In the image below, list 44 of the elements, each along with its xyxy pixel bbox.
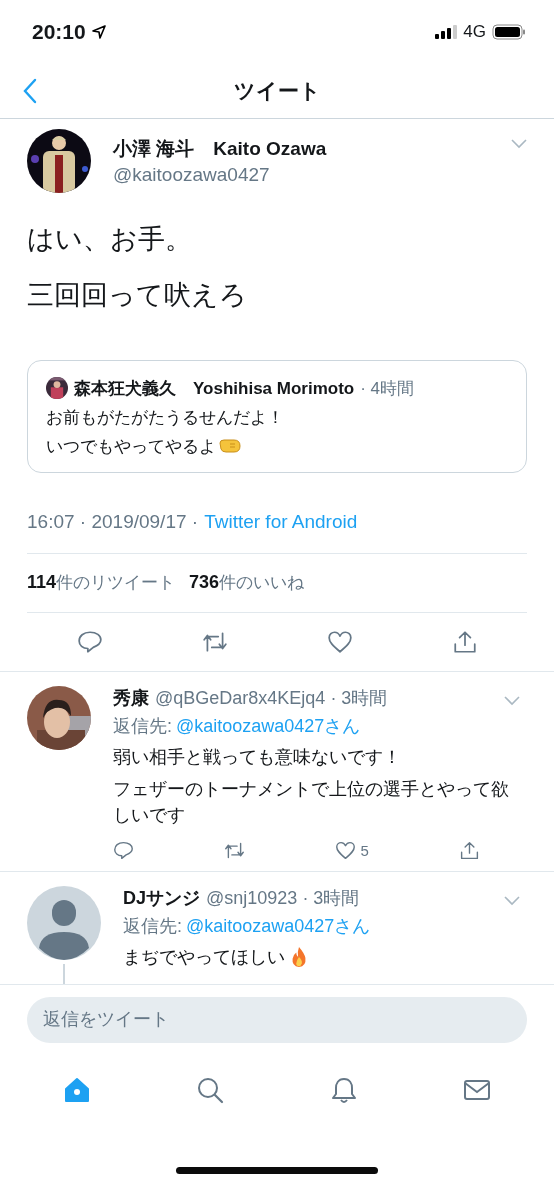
quoted-tweet-text: お前もがたがたうるせんだよ！: [46, 406, 284, 429]
heart-icon[interactable]: [326, 628, 353, 655]
author-name[interactable]: 小澤 海斗 Kaito Ozawa: [113, 136, 489, 162]
share-icon[interactable]: [459, 840, 480, 862]
reply-author-handle[interactable]: @snj10923 · 3時間: [206, 886, 498, 911]
reply-author-name[interactable]: 秀康: [113, 685, 149, 710]
search-icon[interactable]: [196, 1075, 225, 1104]
reply-text: まぢでやってほしい: [123, 946, 285, 970]
reply-icon[interactable]: [76, 628, 103, 655]
reply-author-name[interactable]: DJサンジ: [123, 886, 200, 911]
retweet-count[interactable]: 114: [27, 572, 57, 594]
source-link[interactable]: Twitter for Android: [204, 510, 358, 533]
tweet-text: 三回回って吠えろ: [27, 279, 248, 312]
signal-icon: [435, 25, 458, 39]
author-handle[interactable]: @kaitoozawa0427: [113, 164, 489, 186]
reply-author-handle[interactable]: @qBGeDar8x4KEjq4 · 3時間: [155, 685, 498, 710]
battery-icon: [492, 24, 526, 40]
location-arrow-icon: [91, 25, 106, 39]
home-icon[interactable]: [62, 1075, 91, 1104]
like-count: 5: [360, 842, 369, 860]
reply-text: 弱い相手と戦っても意味ないです！: [113, 745, 401, 769]
clock-time: 20:10: [32, 20, 86, 44]
reply-to-label: 返信先:: [113, 714, 172, 738]
reply-icon[interactable]: [113, 840, 134, 862]
back-icon[interactable]: [22, 78, 38, 104]
reply-to-link[interactable]: @kaitoozawa0427さん: [176, 713, 361, 738]
quoted-tweet-time: · 4時間: [360, 377, 415, 400]
quoted-tweet-text: いつでもやってやるよ: [46, 435, 216, 458]
reply-input-field[interactable]: 返信をツイート: [27, 996, 527, 1043]
quoted-author-name: 森本狂犬義久 Yoshihisa Morimoto: [74, 377, 355, 400]
reply-to-label: 返信先:: [123, 915, 182, 939]
like-count[interactable]: 736: [189, 572, 220, 594]
network-label: 4G: [463, 22, 486, 42]
tweet-timestamp: 16:07 · 2019/09/17 ·: [27, 510, 199, 533]
quoted-tweet-card[interactable]: 森本狂犬義久 Yoshihisa Morimoto · 4時間 お前もがたがたうるせんだよ！ いつでもやってやるよ: [27, 359, 527, 473]
heart-icon[interactable]: [335, 840, 357, 862]
bell-icon[interactable]: [329, 1075, 358, 1104]
retweet-label[interactable]: 件のリツイート: [56, 571, 176, 595]
like-label[interactable]: 件のいいね: [219, 571, 305, 595]
tweet-text: はい、お手。: [27, 223, 193, 256]
reply-text: フェザーのトーナメントで上位の選手とやって欲しいです: [113, 777, 510, 827]
page-title: ツイート: [233, 78, 321, 104]
reply-to-link[interactable]: @kaitoozawa0427さん: [186, 914, 371, 939]
default-avatar-icon[interactable]: [27, 886, 101, 961]
